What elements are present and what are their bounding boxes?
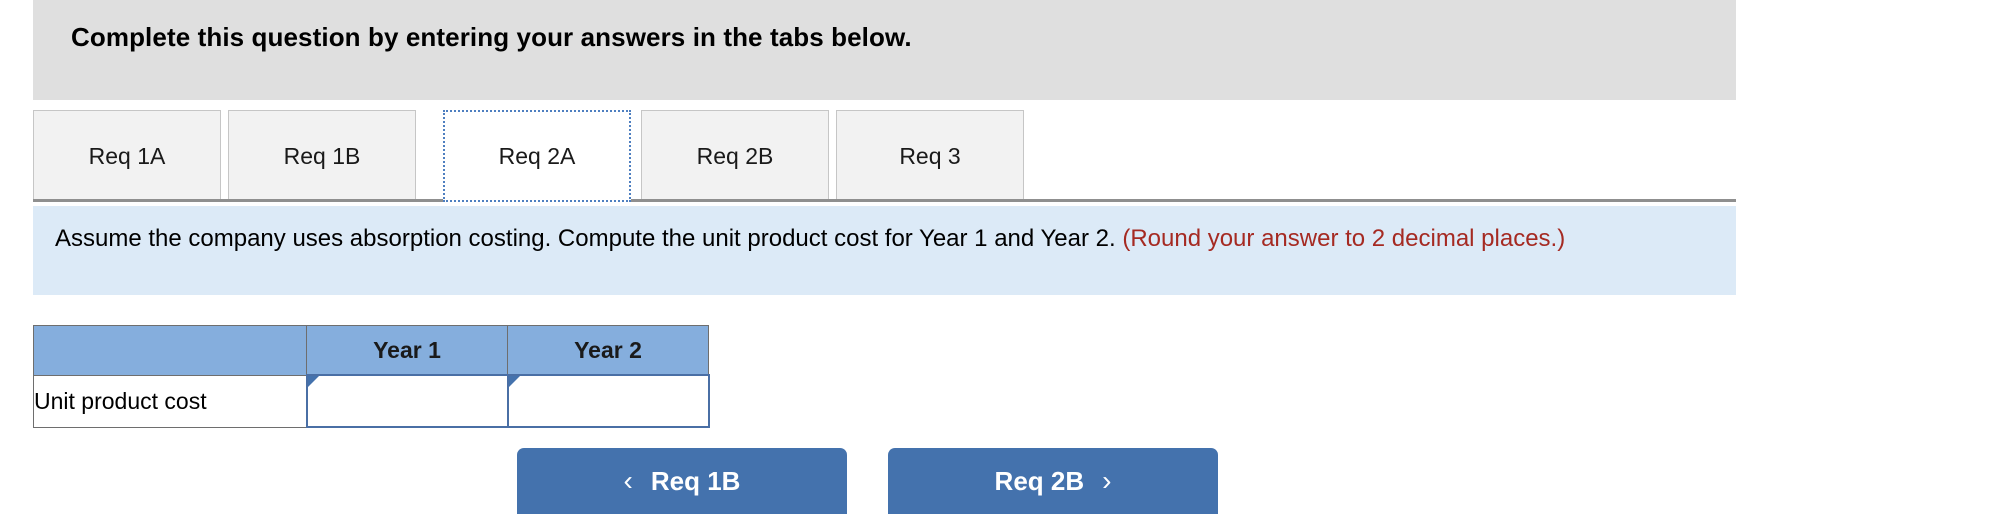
tab-req-1b[interactable]: Req 1B (228, 110, 416, 202)
chevron-left-icon: ‹ (623, 465, 633, 496)
prev-button-label: Req 1B (650, 465, 741, 496)
next-button-label: Req 2B (994, 465, 1085, 496)
row-label-unit-product-cost: Unit product cost (33, 374, 307, 428)
chevron-right-icon: › (1102, 465, 1112, 496)
tab-label: Req 1A (88, 143, 166, 169)
tab-req-2b[interactable]: Req 2B (641, 110, 829, 202)
tab-label: Req 2A (498, 142, 576, 169)
instruction-panel: Assume the company uses absorption costi… (33, 206, 1736, 295)
instruction-text: Assume the company uses absorption costi… (55, 223, 1714, 255)
instruction-main-text: Assume the company uses absorption costi… (55, 225, 1123, 252)
tab-label: Req 2B (696, 143, 774, 169)
table-header-year-1: Year 1 (306, 325, 508, 376)
cell-unit-product-cost-year-1[interactable] (305, 374, 509, 428)
input-unit-product-cost-year-1[interactable] (307, 376, 507, 426)
cell-unit-product-cost-year-2[interactable] (506, 374, 710, 428)
tab-req-2a[interactable]: Req 2A (443, 110, 631, 202)
input-unit-product-cost-year-2[interactable] (508, 376, 708, 426)
tab-bar: Req 1A Req 1B Req 2A Req 2B Req 3 (33, 100, 1736, 206)
table-row: Unit product cost (33, 374, 710, 428)
next-requirement-button[interactable]: Req 2B › (888, 448, 1218, 514)
tab-bar-underline (33, 199, 1736, 202)
table-header-blank (33, 325, 307, 376)
instruction-rounding-hint: (Round your answer to 2 decimal places.) (1122, 225, 1566, 252)
answer-table: Year 1 Year 2 Unit product cost (33, 325, 710, 428)
header-instruction-text: Complete this question by entering your … (71, 22, 912, 52)
tab-req-3[interactable]: Req 3 (836, 110, 1024, 202)
tab-label: Req 3 (899, 143, 961, 169)
table-header-year-2: Year 2 (507, 325, 709, 376)
question-header-banner: Complete this question by entering your … (33, 0, 1736, 100)
tab-req-1a[interactable]: Req 1A (33, 110, 221, 202)
prev-requirement-button[interactable]: ‹ Req 1B (517, 448, 847, 514)
table-header-row: Year 1 Year 2 (33, 325, 709, 376)
tab-label: Req 1B (283, 143, 361, 169)
